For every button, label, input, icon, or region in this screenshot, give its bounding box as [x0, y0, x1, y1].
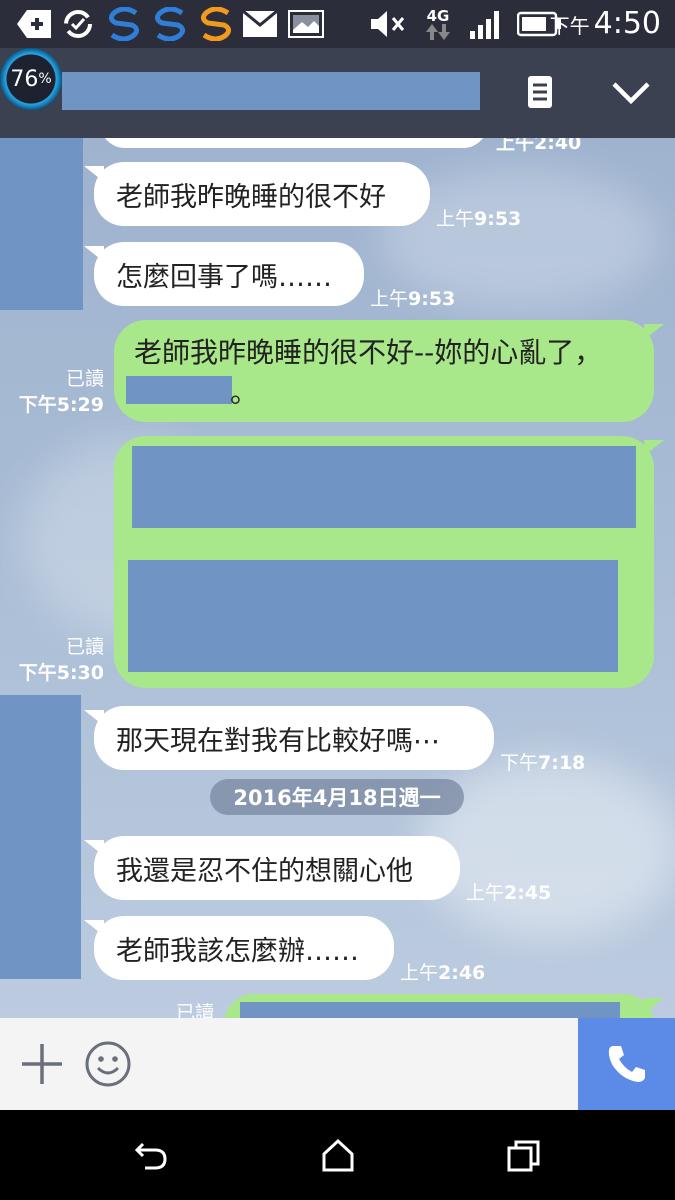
navigation-bar: [0, 1110, 675, 1200]
message-bubble-incoming[interactable]: 那天現在對我有比較好嗎⋯: [84, 706, 494, 770]
message-meta: 已讀 下午5:29: [16, 366, 104, 418]
status-bar: 4G 下午 4:50: [0, 0, 675, 48]
message-time: 上午2:40: [496, 138, 582, 154]
s-app-icon: [150, 6, 190, 42]
note-icon[interactable]: [522, 74, 558, 110]
emoji-icon[interactable]: [84, 1040, 132, 1088]
signal-icon: [466, 6, 506, 42]
message-bubble-incoming[interactable]: 怎麼回事了嗎……: [84, 242, 364, 306]
sync-icon: [60, 6, 96, 42]
message-time: 下午5:30: [18, 662, 104, 684]
message-time: 下午7:18: [500, 752, 586, 774]
message-text-end: 。: [230, 376, 259, 409]
read-receipt: 已讀: [175, 1002, 214, 1020]
message-time: 上午2:45: [466, 882, 552, 904]
chat-area[interactable]: 上午2:40 老師我昨晚睡的很不好 上午9:53 怎麼回事了嗎…… 上午9:53…: [0, 138, 675, 1020]
message-time: 下午5:29: [18, 394, 104, 416]
call-button[interactable]: [578, 1018, 675, 1110]
date-divider: 2016年4月18日週一: [210, 779, 464, 815]
message-meta: 已讀 下午5:30: [16, 634, 104, 686]
phone-icon: [608, 1046, 645, 1082]
message-bubble-outgoing[interactable]: [224, 994, 664, 1020]
message-bubble-incoming[interactable]: 老師我昨晚睡的很不好: [84, 162, 430, 226]
message-bubble-outgoing[interactable]: [114, 436, 664, 688]
redacted-content: [132, 446, 636, 528]
message-time: 上午9:53: [370, 288, 456, 310]
image-icon: [286, 6, 326, 42]
read-receipt: 已讀: [65, 368, 104, 390]
s-app-icon: [104, 6, 144, 42]
chat-title-redacted: [62, 72, 480, 110]
add-icon: [16, 6, 52, 42]
home-icon[interactable]: [320, 1138, 356, 1174]
back-icon[interactable]: [133, 1138, 169, 1174]
message-bubble-incoming[interactable]: [100, 138, 488, 148]
redacted-content: [128, 560, 618, 672]
s-app-icon-orange: [196, 6, 236, 42]
status-clock: 下午 4:50: [549, 6, 661, 41]
read-receipt: 已讀: [65, 636, 104, 658]
message-time: 上午9:53: [436, 208, 522, 230]
message-bubble-outgoing[interactable]: 老師我昨晚睡的很不好--妳的心亂了， 。: [114, 320, 664, 422]
message-time: 上午2:46: [400, 962, 486, 984]
mail-icon: [240, 6, 280, 42]
message-text: 老師我昨晚睡的很不好--妳的心亂了，: [134, 336, 603, 369]
redacted-text: [126, 376, 232, 404]
plus-icon[interactable]: [20, 1042, 64, 1086]
network-type-icon: 4G: [420, 6, 456, 42]
message-bubble-incoming[interactable]: 我還是忍不住的想關心他: [84, 836, 460, 900]
message-input-bar: [0, 1018, 675, 1110]
recent-apps-icon[interactable]: [506, 1138, 542, 1174]
avatar[interactable]: [0, 138, 83, 310]
mute-icon: [368, 6, 408, 42]
chevron-down-icon[interactable]: [610, 78, 652, 108]
avatar[interactable]: [0, 695, 81, 979]
battery-widget[interactable]: 76%: [0, 48, 62, 110]
message-bubble-incoming[interactable]: 老師我該怎麼辦……: [84, 916, 394, 980]
